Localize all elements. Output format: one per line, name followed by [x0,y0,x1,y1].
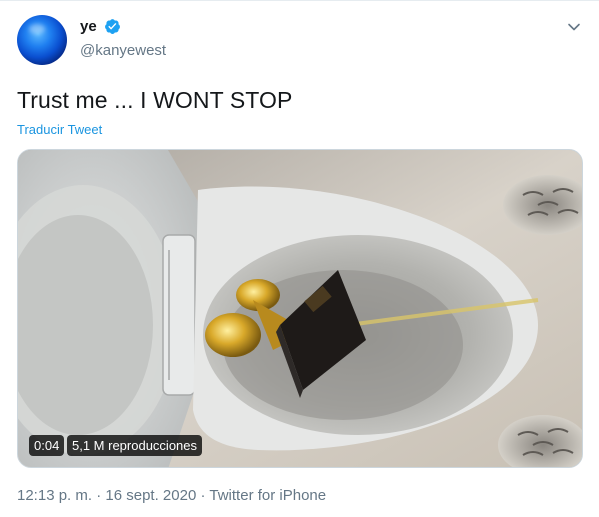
video-views-badge: 5,1 M reproducciones [67,435,203,456]
tweet-metadata: 12:13 p. m. · 16 sept. 2020 · Twitter fo… [17,487,326,504]
verified-badge-icon [105,19,120,34]
tweet-source[interactable]: Twitter for iPhone [209,487,326,504]
meta-separator: · [96,487,105,504]
video-duration-badge: 0:04 [29,435,65,456]
tweet-text: Trust me ... I WONT STOP [17,87,293,113]
handle[interactable]: @kanyewest [80,42,166,59]
translate-tweet-link[interactable]: Traducir Tweet [17,122,102,137]
video-frame [18,150,582,467]
separator-dot: · [96,487,102,504]
separator-dot: · [200,487,206,504]
tweet-date[interactable]: 16 sept. 2020 [105,487,196,504]
display-name[interactable]: ye [80,18,97,35]
tweet: ye @kanyewest Trust me ... I WONT STOP T… [0,0,599,517]
tweet-time[interactable]: 12:13 p. m. [17,487,92,504]
video-player[interactable] [17,149,583,468]
avatar[interactable] [17,15,67,65]
chevron-down-icon[interactable] [566,19,582,35]
